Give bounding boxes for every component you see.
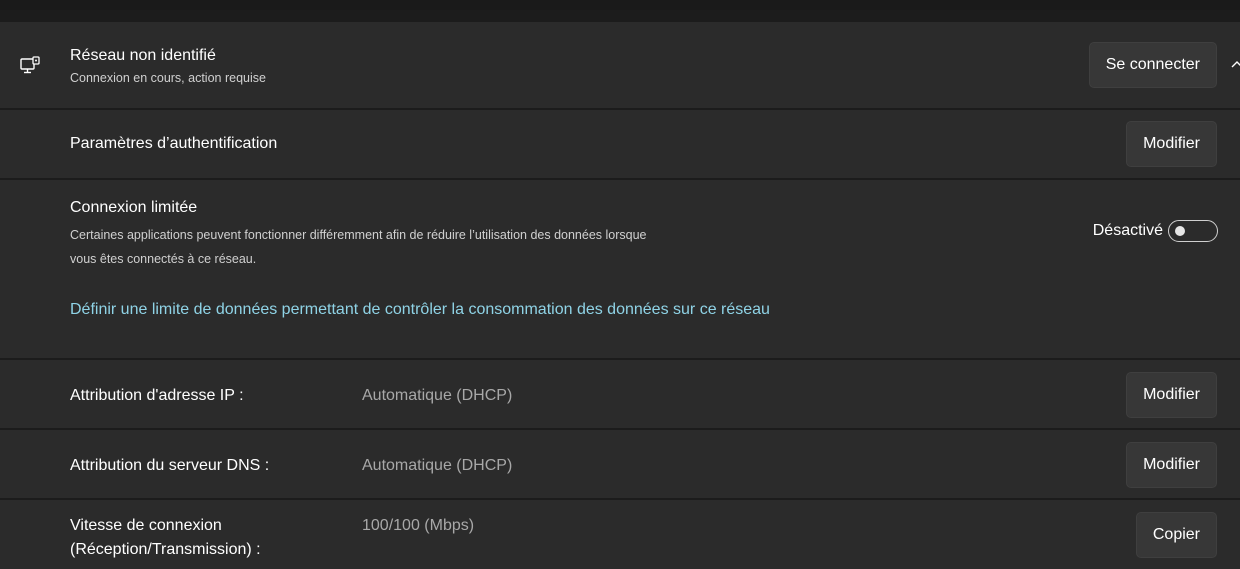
chevron-up-icon[interactable]	[1230, 58, 1240, 72]
metered-description-line2: vous êtes connectés à ce réseau.	[70, 252, 257, 266]
network-name: Réseau non identifié	[70, 47, 216, 64]
ip-assignment-row: Attribution d'adresse IP : Automatique (…	[0, 360, 1240, 428]
network-properties-page: Réseau non identifié Connexion en cours,…	[0, 0, 1240, 569]
authentication-settings-title: Paramètres d’authentification	[70, 135, 278, 152]
toggle-knob	[1175, 226, 1185, 236]
edit-ip-button[interactable]: Modifier	[1126, 372, 1217, 418]
edit-dns-button[interactable]: Modifier	[1126, 442, 1217, 488]
connect-button[interactable]: Se connecter	[1088, 42, 1217, 88]
ip-assignment-label: Attribution d'adresse IP :	[70, 387, 244, 404]
metered-connection-card: Connexion limitée Certaines applications…	[0, 180, 1240, 358]
copy-button[interactable]: Copier	[1135, 512, 1217, 558]
dns-assignment-value: Automatique (DHCP)	[362, 457, 513, 474]
metered-connection-title: Connexion limitée	[70, 199, 198, 216]
monitor-network-icon	[20, 56, 40, 74]
authentication-settings-row: Paramètres d’authentification Modifier	[0, 110, 1240, 178]
metered-connection-toggle[interactable]	[1168, 220, 1218, 242]
network-status: Connexion en cours, action requise	[70, 71, 266, 85]
link-speed-value: 100/100 (Mbps)	[362, 517, 475, 534]
metered-toggle-state: Désactivé	[1092, 222, 1163, 239]
dns-assignment-label: Attribution du serveur DNS :	[70, 457, 270, 474]
top-strip	[0, 0, 1240, 10]
edit-authentication-button[interactable]: Modifier	[1126, 121, 1217, 167]
dns-assignment-row: Attribution du serveur DNS : Automatique…	[0, 430, 1240, 498]
link-speed-label-line2: (Réception/Transmission) :	[70, 541, 261, 558]
ip-assignment-value: Automatique (DHCP)	[362, 387, 513, 404]
link-speed-row: Vitesse de connexion (Réception/Transmis…	[0, 500, 1240, 569]
metered-description-line1: Certaines applications peuvent fonctionn…	[70, 228, 647, 242]
set-data-limit-link[interactable]: Définir une limite de données permettant…	[70, 301, 770, 319]
network-header-card[interactable]: Réseau non identifié Connexion en cours,…	[0, 22, 1240, 108]
link-speed-label-line1: Vitesse de connexion	[70, 517, 222, 534]
